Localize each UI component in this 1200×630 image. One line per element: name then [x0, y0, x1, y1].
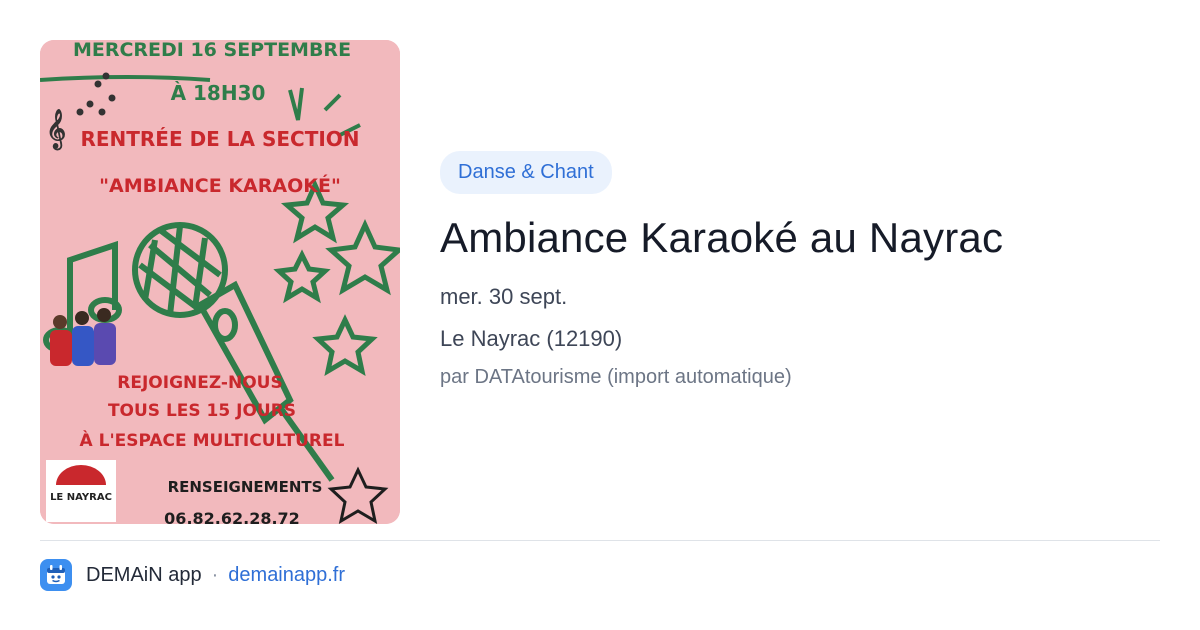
event-location: Le Nayrac (12190): [440, 326, 623, 351]
event-title[interactable]: Ambiance Karaoké au Nayrac: [440, 214, 1160, 262]
singers-illustration: [50, 308, 116, 366]
poster-info-label: RENSEIGNEMENTS: [168, 478, 323, 496]
event-poster-image[interactable]: 𝄞 MERCREDI 16 SEPTEMBRE À 18H30 RENTRÉE …: [40, 40, 400, 524]
poster-graphic: 𝄞 MERCREDI 16 SEPTEMBRE À 18H30 RENTRÉE …: [40, 40, 400, 524]
footer-divider: [40, 540, 1160, 541]
poster-join-line2: TOUS LES 15 JOURS: [108, 401, 296, 421]
app-logo-icon: [40, 559, 72, 591]
svg-text:𝄞: 𝄞: [46, 109, 66, 150]
event-source: par DATAtourisme (import automatique): [440, 366, 792, 388]
footer-separator: ·: [211, 563, 219, 586]
poster-join-line1: REJOIGNEZ-NOUS: [117, 373, 282, 393]
svg-text:LE NAYRAC: LE NAYRAC: [50, 492, 112, 503]
event-date: mer. 30 sept.: [440, 284, 568, 309]
poster-phone: 06.82.62.28.72: [164, 509, 300, 524]
app-name: DEMAiN app: [86, 563, 202, 586]
poster-heading-line1: RENTRÉE DE LA SECTION: [80, 127, 359, 151]
poster-date-line: MERCREDI 16 SEPTEMBRE: [73, 40, 351, 61]
poster-heading-line2: "AMBIANCE KARAOKÉ": [99, 174, 341, 197]
app-url-link[interactable]: demainapp.fr: [228, 564, 345, 587]
le-nayrac-logo: LE NAYRAC: [46, 460, 116, 522]
poster-time-line: À 18H30: [171, 81, 266, 105]
category-tag[interactable]: Danse & Chant: [440, 151, 612, 194]
footer: DEMAiN app · demainapp.fr: [40, 558, 345, 592]
event-info: Danse & Chant Ambiance Karaoké au Nayrac…: [440, 151, 1160, 389]
poster-join-line3: À L'ESPACE MULTICULTUREL: [80, 429, 345, 451]
